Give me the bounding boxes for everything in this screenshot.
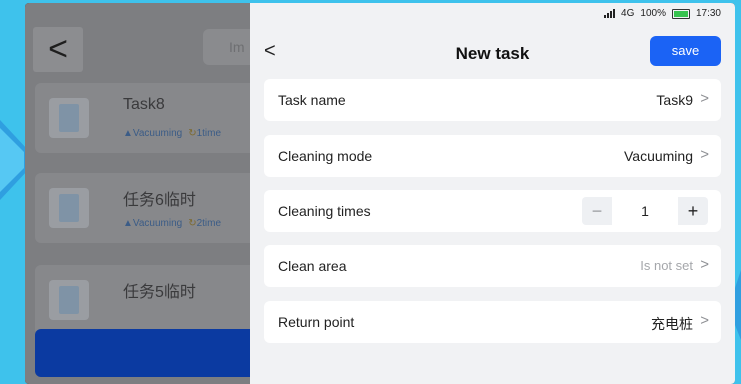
task-name-value: Task9 xyxy=(656,92,693,108)
cleaning-mode-row[interactable]: Cleaning mode Vacuuming > xyxy=(264,135,721,177)
chevron-right-icon: > xyxy=(700,146,709,163)
task-card-meta: ▲Vacuuming ↻1time xyxy=(123,128,222,139)
decrement-button[interactable]: − xyxy=(582,197,612,225)
device-screen: < Im Task8 ▲Vacuuming ↻1time 任务6临时 ▲Vacuu… xyxy=(25,3,735,384)
task-card-title: Task8 xyxy=(123,96,165,113)
task-card: Task8 ▲Vacuuming ↻1time xyxy=(35,83,265,153)
return-point-label: Return point xyxy=(278,314,355,330)
repeat-icon: ↻ xyxy=(188,128,197,139)
task-card: 任务5临时 xyxy=(35,265,265,335)
new-task-panel: 4G 100% 17:30 < New task save Task name … xyxy=(250,3,735,384)
status-bar: 4G 100% 17:30 xyxy=(604,8,721,19)
cleaning-mode-label: Cleaning mode xyxy=(278,148,373,164)
battery-percent: 100% xyxy=(640,8,666,19)
chevron-right-icon: > xyxy=(700,90,709,107)
battery-icon xyxy=(671,8,690,19)
vacuum-icon: ▲ xyxy=(123,128,133,139)
cleaning-times-input[interactable]: 1 xyxy=(612,197,678,225)
map-thumbnail-icon xyxy=(49,280,89,320)
task-card-title: 任务5临时 xyxy=(123,284,196,301)
map-thumbnail-icon xyxy=(49,98,89,138)
cleaning-times-row: Cleaning times − 1 + xyxy=(264,190,721,232)
vacuum-icon: ▲ xyxy=(123,218,133,229)
chevron-right-icon: > xyxy=(700,256,709,273)
chevron-right-icon: > xyxy=(700,312,709,329)
save-button[interactable]: save xyxy=(650,36,721,66)
increment-button[interactable]: + xyxy=(678,197,708,225)
task-card-title: 任务6临时 xyxy=(123,192,196,209)
task-name-row[interactable]: Task name Task9 > xyxy=(264,79,721,121)
repeat-icon: ↻ xyxy=(188,218,197,229)
clean-area-row[interactable]: Clean area Is not set > xyxy=(264,245,721,287)
task-name-label: Task name xyxy=(278,92,346,108)
back-icon: < xyxy=(33,27,83,72)
return-point-value: 充电桩 xyxy=(651,316,693,332)
signal-icon xyxy=(604,9,616,18)
clock: 17:30 xyxy=(695,8,721,19)
cleaning-times-label: Cleaning times xyxy=(278,203,371,219)
map-thumbnail-icon xyxy=(49,188,89,228)
task-card: 任务6临时 ▲Vacuuming ↻2time xyxy=(35,173,265,243)
network-type: 4G xyxy=(621,8,635,19)
task-card-meta: ▲Vacuuming ↻2time xyxy=(123,218,222,229)
clean-area-label: Clean area xyxy=(278,258,347,274)
cleaning-times-stepper: − 1 + xyxy=(582,197,708,225)
return-point-row[interactable]: Return point 充电桩 > xyxy=(264,301,721,343)
background-task-list: < Im Task8 ▲Vacuuming ↻1time 任务6临时 ▲Vacuu… xyxy=(25,3,265,384)
background-bottom-button xyxy=(35,329,265,377)
clean-area-value: Is not set xyxy=(640,258,693,273)
cleaning-mode-value: Vacuuming xyxy=(623,148,693,164)
